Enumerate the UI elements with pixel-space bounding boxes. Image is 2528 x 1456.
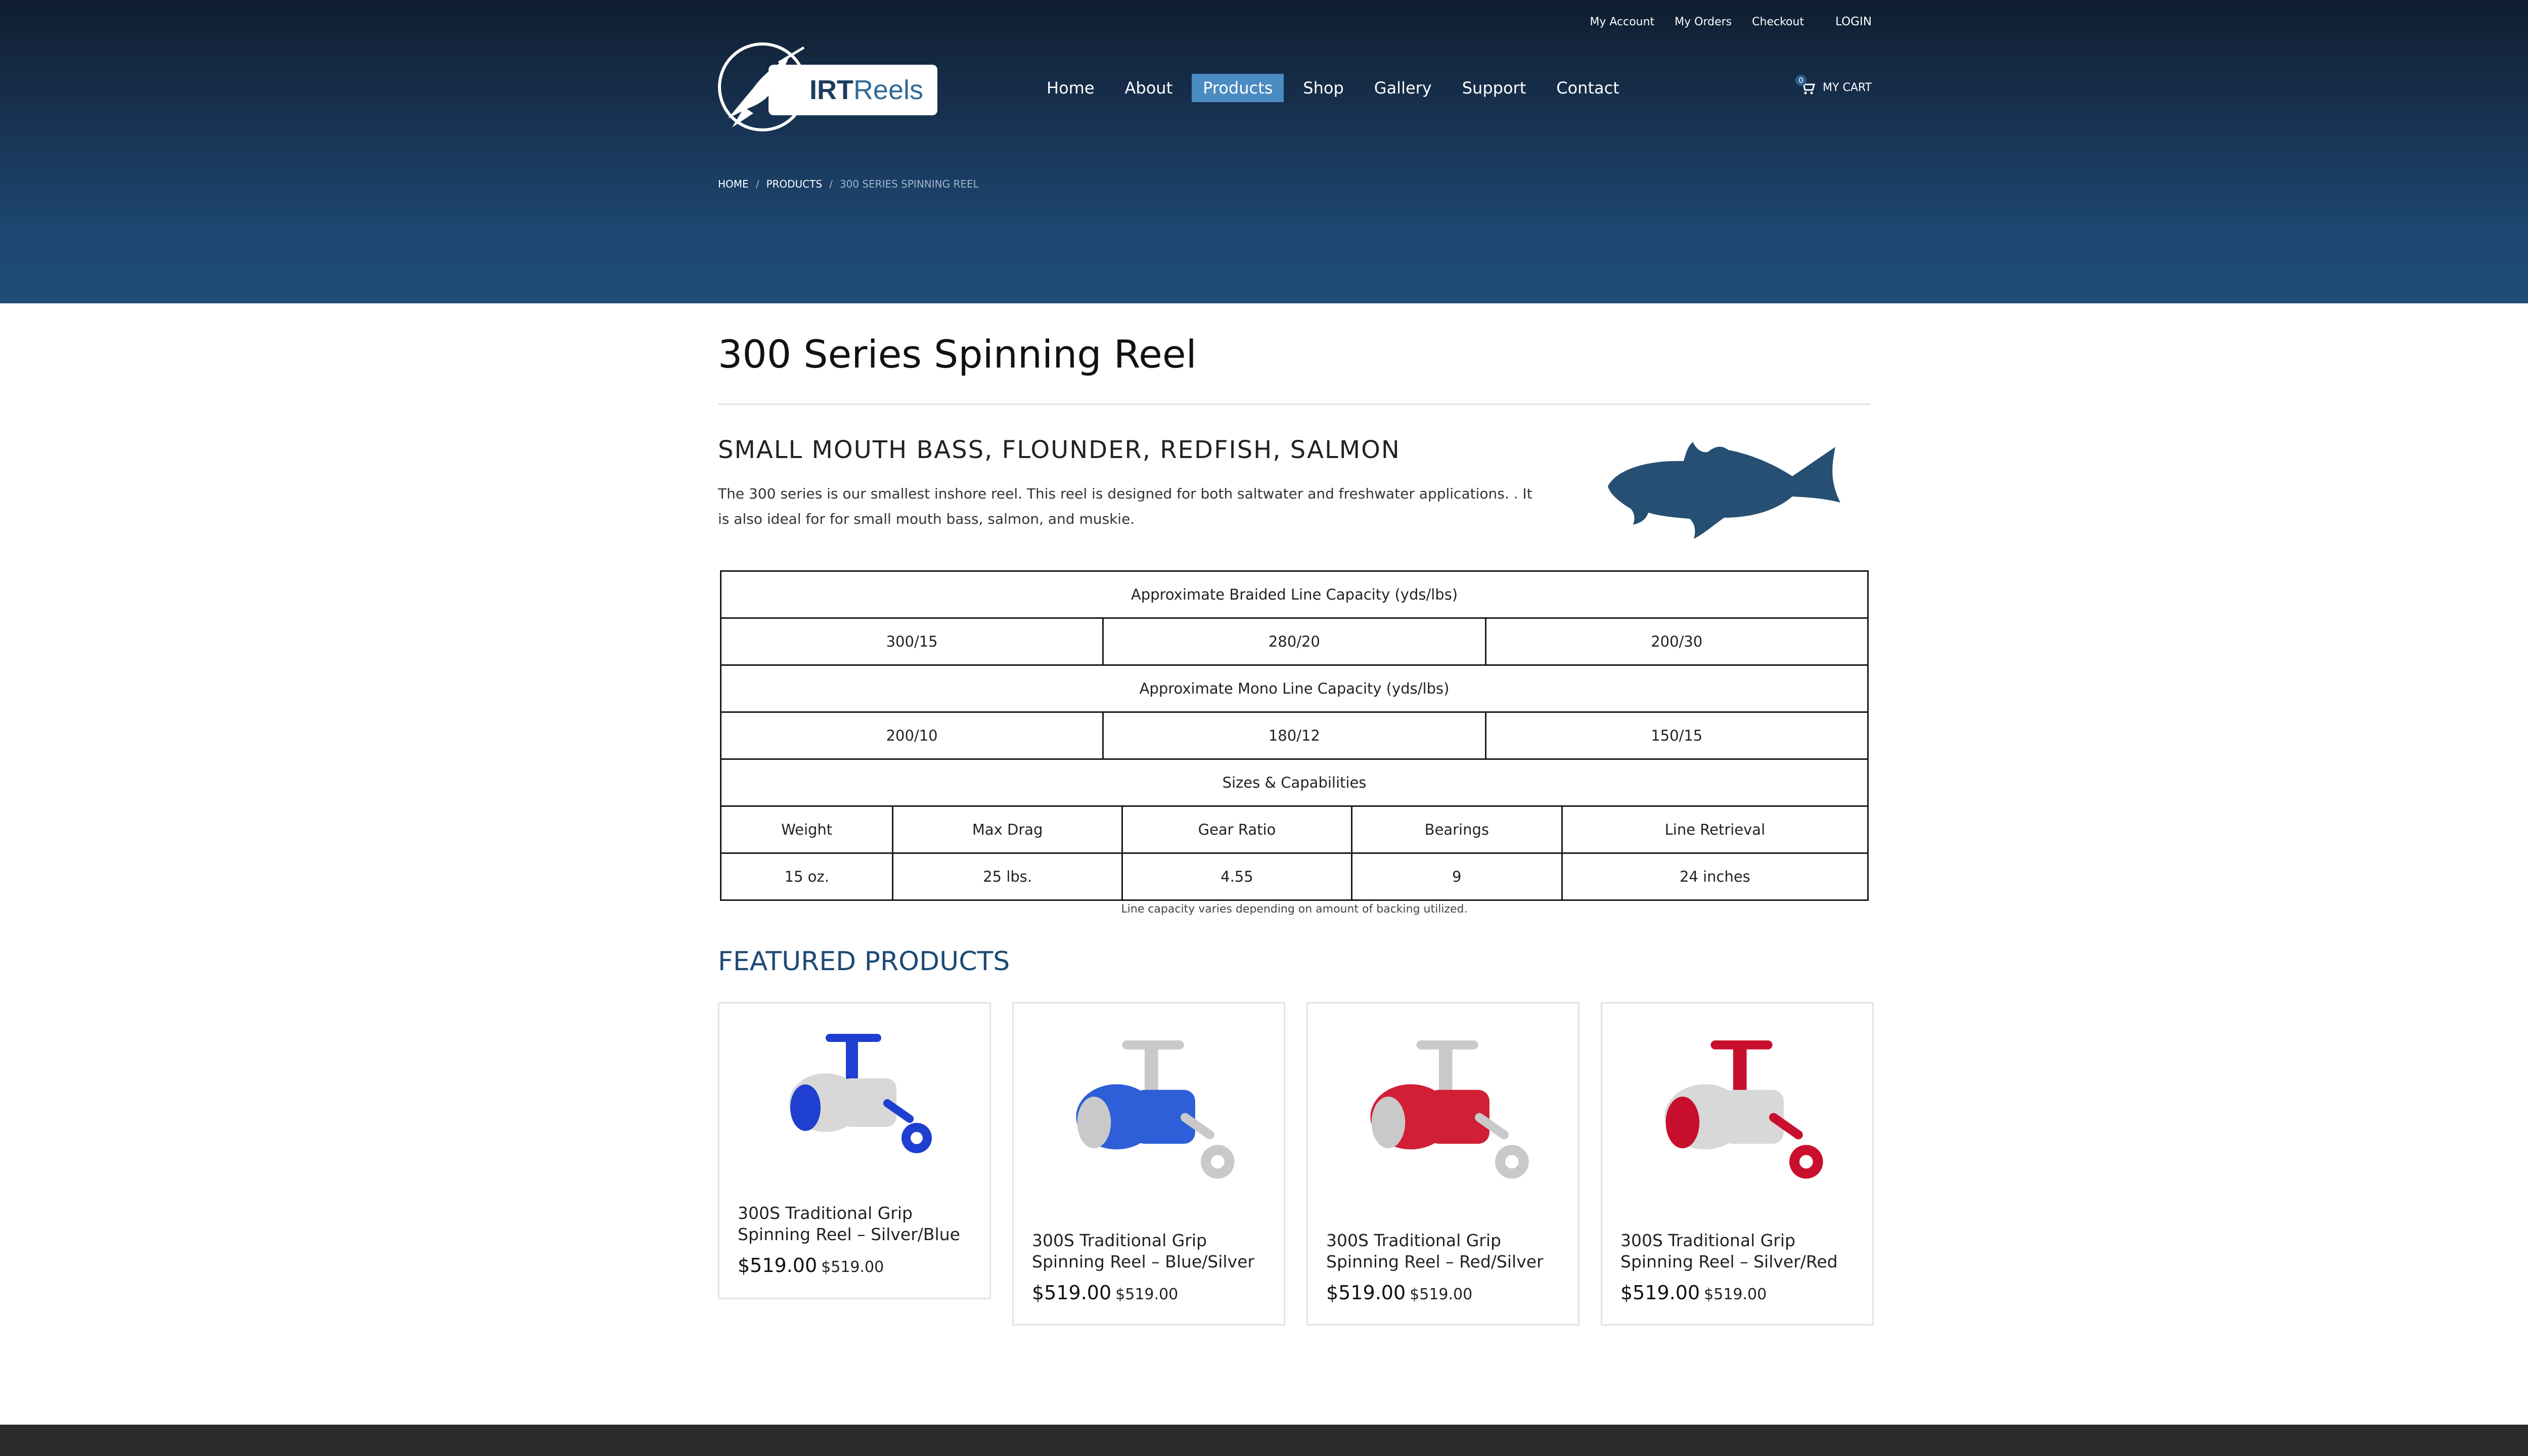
cart-link[interactable]: 0 MY CART (1795, 75, 1872, 96)
product-price-main: $519.00 (1326, 1282, 1406, 1304)
product-price: $519.00 $519.00 (1032, 1282, 1266, 1304)
product-price: $519.00 $519.00 (1326, 1282, 1560, 1304)
product-price-secondary: $519.00 (821, 1258, 884, 1276)
top-utility-bar: My Account My Orders Checkout LOGIN (1590, 15, 1872, 28)
spec-column-header: Line Retrieval (1561, 805, 1869, 854)
shopping-cart-icon: 0 (1795, 75, 1816, 96)
spec-column-header: Bearings (1350, 805, 1563, 854)
product-name[interactable]: 300S Traditional Grip Spinning Reel – Si… (1620, 1230, 1854, 1272)
product-image[interactable] (738, 1007, 974, 1189)
product-description: The 300 series is our smallest inshore r… (718, 485, 1532, 527)
nav-support[interactable]: Support (1451, 74, 1538, 102)
page-title: 300 Series Spinning Reel (718, 332, 1197, 377)
product-name[interactable]: 300S Traditional Grip Spinning Reel – Si… (738, 1203, 971, 1245)
breadcrumb-home[interactable]: HOME (718, 178, 749, 190)
breadcrumb-separator: / (755, 178, 759, 190)
spec-value: 25 lbs. (892, 852, 1123, 901)
product-price-secondary: $519.00 (1410, 1286, 1473, 1303)
product-name[interactable]: 300S Traditional Grip Spinning Reel – Re… (1326, 1230, 1560, 1272)
login-link[interactable]: LOGIN (1835, 15, 1872, 28)
spec-column-header: Weight (719, 805, 894, 854)
product-price-main: $519.00 (738, 1254, 818, 1277)
checkout-link[interactable]: Checkout (1752, 16, 1804, 28)
product-card[interactable]: 300S Traditional Grip Spinning Reel – Bl… (1012, 1002, 1285, 1326)
spinning-reel-image (1664, 1040, 1823, 1179)
nav-contact[interactable]: Contact (1545, 74, 1631, 102)
species-heading: SMALL MOUTH BASS, FLOUNDER, REDFISH, SAL… (718, 436, 1401, 464)
cart-label: MY CART (1823, 81, 1872, 94)
my-orders-link[interactable]: My Orders (1675, 16, 1732, 28)
redfish-silhouette-icon (1608, 442, 1840, 539)
breadcrumb: HOME / PRODUCTS / 300 SERIES SPINNING RE… (718, 178, 979, 190)
spec-value: 24 inches (1561, 852, 1869, 901)
braided-capacity-heading: Approximate Braided Line Capacity (yds/l… (720, 570, 1869, 619)
spinning-reel-image (1076, 1040, 1235, 1179)
product-price-main: $519.00 (1032, 1282, 1112, 1304)
product-image[interactable] (1032, 1007, 1269, 1216)
spinning-reel-image (789, 1034, 932, 1153)
product-image[interactable] (1620, 1007, 1857, 1216)
spec-column-header: Max Drag (892, 805, 1123, 854)
nav-home[interactable]: Home (1035, 74, 1106, 102)
product-price-secondary: $519.00 (1115, 1286, 1179, 1303)
product-price-secondary: $519.00 (1704, 1286, 1767, 1303)
product-price-main: $519.00 (1620, 1282, 1700, 1304)
site-header: My Account My Orders Checkout LOGIN IRTR… (0, 0, 2528, 303)
spec-column-header: Gear Ratio (1121, 805, 1352, 854)
nav-about[interactable]: About (1114, 74, 1184, 102)
product-card[interactable]: 300S Traditional Grip Spinning Reel – Si… (718, 1002, 991, 1299)
site-logo[interactable]: IRTReels (718, 42, 940, 131)
capacity-footnote: Line capacity varies depending on amount… (1121, 903, 1468, 916)
breadcrumb-separator: / (829, 178, 833, 190)
cart-count-badge: 0 (1795, 75, 1807, 86)
logo-wordmark: IRTReels (769, 65, 937, 115)
featured-products-grid: 300S Traditional Grip Spinning Reel – Si… (718, 1002, 1874, 1326)
product-card[interactable]: 300S Traditional Grip Spinning Reel – Re… (1306, 1002, 1579, 1326)
sizes-heading: Sizes & Capabilities (720, 758, 1869, 807)
title-divider (718, 403, 1871, 405)
spec-table: Approximate Braided Line Capacity (yds/l… (719, 570, 1869, 901)
nav-shop[interactable]: Shop (1292, 74, 1355, 102)
logo-text: IRTReels (809, 75, 923, 105)
main-nav: Home About Products Shop Gallery Support… (1035, 74, 1631, 102)
mono-value: 150/15 (1484, 711, 1869, 760)
mono-value: 200/10 (719, 711, 1104, 760)
site-footer (0, 1425, 2528, 1456)
product-name[interactable]: 300S Traditional Grip Spinning Reel – Bl… (1032, 1230, 1266, 1272)
product-price: $519.00 $519.00 (1620, 1282, 1854, 1304)
mono-value: 180/12 (1102, 711, 1486, 760)
spinning-reel-image (1370, 1040, 1529, 1179)
braided-value: 200/30 (1484, 617, 1869, 666)
braided-value: 300/15 (719, 617, 1104, 666)
nav-products[interactable]: Products (1192, 74, 1284, 102)
spec-value: 15 oz. (719, 852, 894, 901)
braided-value: 280/20 (1102, 617, 1486, 666)
spec-value: 9 (1350, 852, 1563, 901)
product-card[interactable]: 300S Traditional Grip Spinning Reel – Si… (1601, 1002, 1874, 1326)
product-price: $519.00 $519.00 (738, 1254, 971, 1277)
breadcrumb-products[interactable]: PRODUCTS (766, 178, 822, 190)
featured-products-heading: FEATURED PRODUCTS (718, 946, 1010, 977)
mono-capacity-heading: Approximate Mono Line Capacity (yds/lbs) (720, 664, 1869, 713)
product-image[interactable] (1326, 1007, 1563, 1216)
breadcrumb-current: 300 SERIES SPINNING REEL (839, 178, 979, 190)
spec-value: 4.55 (1121, 852, 1352, 901)
my-account-link[interactable]: My Account (1590, 16, 1654, 28)
nav-gallery[interactable]: Gallery (1363, 74, 1443, 102)
